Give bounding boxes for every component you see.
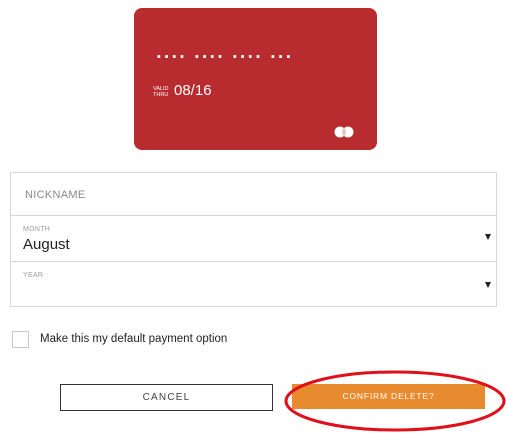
chevron-down-icon (485, 234, 491, 240)
card-number: ···· ···· ···· ··· (156, 48, 294, 66)
valid-thru-label: VALID THRU (153, 86, 169, 98)
nickname-field[interactable]: NICKNAME (11, 173, 496, 216)
default-payment-checkbox[interactable] (12, 331, 29, 348)
default-payment-label[interactable]: Make this my default payment option (40, 333, 227, 345)
month-select[interactable]: MONTH August (11, 216, 496, 262)
mastercard-icon (334, 126, 354, 138)
chevron-down-icon (485, 282, 491, 288)
confirm-delete-button[interactable]: CONFIRM DELETE? (292, 384, 485, 409)
month-value: August (23, 236, 70, 253)
card-expiry: 08/16 (174, 82, 212, 99)
nickname-placeholder: NICKNAME (25, 189, 86, 201)
card-details-form: NICKNAME MONTH August YEAR (10, 172, 497, 307)
year-select[interactable]: YEAR (11, 262, 496, 306)
month-label: MONTH (23, 226, 51, 233)
year-label: YEAR (23, 272, 44, 279)
credit-card-preview: ···· ···· ···· ··· VALID THRU 08/16 (134, 8, 377, 150)
cancel-button[interactable]: CANCEL (60, 384, 273, 411)
